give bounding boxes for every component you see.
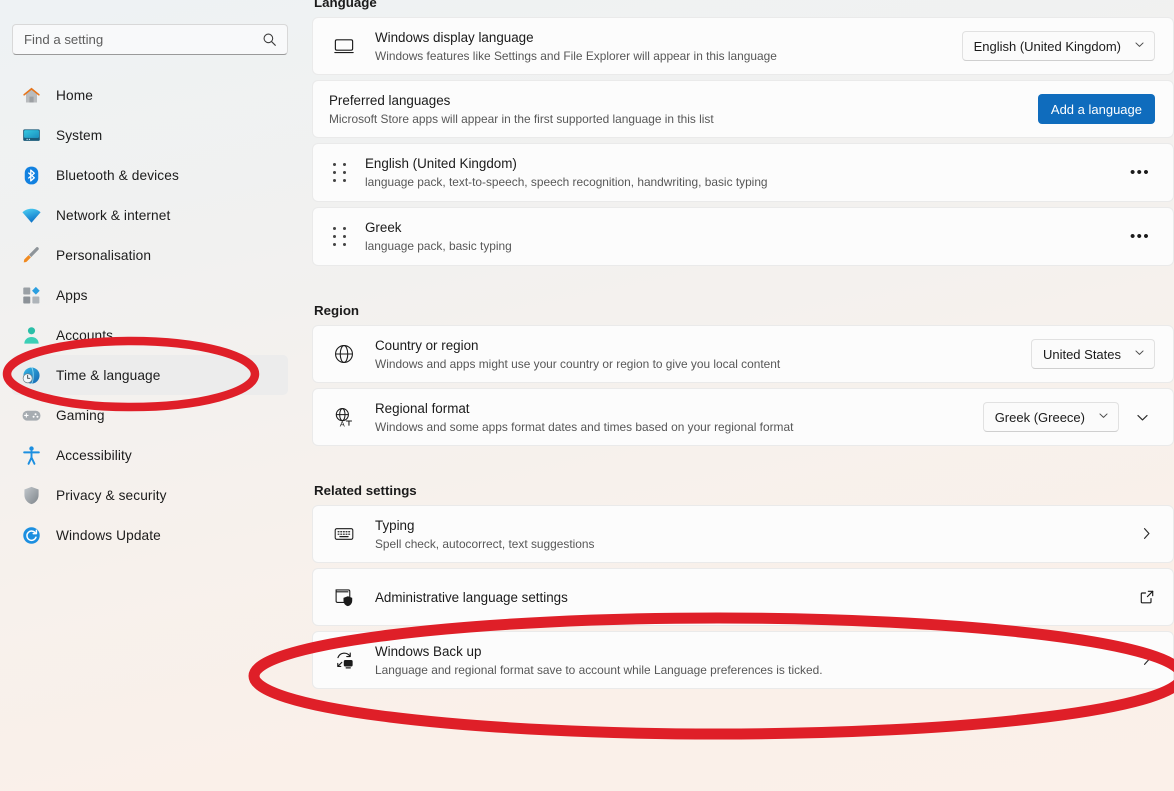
sidebar-item-label: System [56,127,103,143]
row-language-english-uk[interactable]: English (United Kingdom) language pack, … [312,143,1174,202]
sidebar-item-label: Time & language [56,367,161,383]
row-language-greek[interactable]: Greek language pack, basic typing ••• [312,207,1174,266]
chevron-down-icon [1097,409,1110,425]
sidebar-item-label: Gaming [56,407,105,423]
row-subtitle: Microsoft Store apps will appear in the … [329,111,714,126]
row-windows-back-up[interactable]: Windows Back up Language and regional fo… [312,631,1174,689]
row-title: Greek [365,220,402,235]
country-or-region-dropdown[interactable]: United States [1030,339,1155,369]
globe-icon [329,339,359,369]
row-subtitle: Windows features like Settings and File … [375,48,777,63]
drag-handle-icon[interactable] [329,227,351,246]
sidebar-item-accessibility[interactable]: Accessibility [12,435,288,475]
shield-icon [20,484,42,506]
chevron-down-icon [1133,346,1146,362]
sidebar-item-home[interactable]: Home [12,75,288,115]
home-icon [20,84,42,106]
wifi-icon [20,204,42,226]
section-heading-region: Region [314,303,360,318]
update-refresh-icon [20,524,42,546]
sidebar-item-personalisation[interactable]: Personalisation [12,235,288,275]
sidebar-item-windows-update[interactable]: Windows Update [12,515,288,555]
row-administrative-language-settings[interactable]: Administrative language settings [312,568,1174,626]
row-country-or-region[interactable]: Country or region Windows and apps might… [312,325,1174,383]
chevron-down-icon [1133,38,1146,54]
row-regional-format[interactable]: A Regional format Windows and some apps … [312,388,1174,446]
row-title: Administrative language settings [375,589,568,605]
accessibility-person-icon [20,444,42,466]
add-a-language-button[interactable]: Add a language [1037,94,1155,124]
row-subtitle: Spell check, autocorrect, text suggestio… [375,536,595,551]
sidebar-item-label: Accounts [56,327,114,343]
row-typing[interactable]: Typing Spell check, autocorrect, text su… [312,505,1174,563]
settings-content: Language Windows display language Window… [312,0,1174,791]
sidebar-item-label: Accessibility [56,447,132,463]
section-heading-language: Language [314,0,377,10]
globe-translate-icon: A [329,402,359,432]
search-input[interactable] [24,32,262,47]
row-title: Regional format [375,400,470,416]
monitor-icon [329,31,359,61]
chevron-right-icon [1139,526,1155,542]
dropdown-value: United States [1042,346,1121,362]
section-heading-related-settings: Related settings [314,483,417,498]
bluetooth-icon [20,164,42,186]
sidebar-item-time-language[interactable]: Time & language [12,355,288,395]
row-title: English (United Kingdom) [365,156,517,171]
system-monitor-icon [20,124,42,146]
admin-shield-window-icon [329,582,359,612]
sidebar-item-privacy-security[interactable]: Privacy & security [12,475,288,515]
more-options-icon[interactable]: ••• [1125,159,1155,187]
row-subtitle: Windows and apps might use your country … [375,356,781,371]
row-subtitle: language pack, basic typing [365,239,512,253]
sidebar-item-bluetooth-devices[interactable]: Bluetooth & devices [12,155,288,195]
settings-sidebar: Home System [0,0,300,791]
row-title: Typing [375,517,415,533]
paintbrush-icon [20,244,42,266]
sidebar-item-label: Apps [56,287,88,303]
external-link-icon [1139,589,1155,605]
chevron-right-icon [1139,652,1155,668]
sidebar-item-label: Network & internet [56,207,171,223]
sidebar-item-label: Windows Update [56,527,161,543]
sidebar-item-system[interactable]: System [12,115,288,155]
row-subtitle: Language and regional format save to acc… [375,662,823,677]
clock-globe-icon [20,364,42,386]
sidebar-item-network-internet[interactable]: Network & internet [12,195,288,235]
regional-format-dropdown[interactable]: Greek (Greece) [982,402,1119,432]
dropdown-value: Greek (Greece) [994,409,1085,425]
row-subtitle: language pack, text-to-speech, speech re… [365,175,768,189]
sidebar-item-apps[interactable]: Apps [12,275,288,315]
row-subtitle: Windows and some apps format dates and t… [375,419,794,434]
row-title: Windows display language [375,29,534,45]
account-person-icon [20,324,42,346]
sidebar-nav-list: Home System Bluetooth & devices Network … [12,75,288,555]
sidebar-item-label: Personalisation [56,247,152,263]
sidebar-item-accounts[interactable]: Accounts [12,315,288,355]
row-title: Preferred languages [329,92,451,108]
search-icon[interactable] [262,32,277,47]
gamepad-icon [20,404,42,426]
row-preferred-languages: Preferred languages Microsoft Store apps… [312,80,1174,138]
row-windows-display-language[interactable]: Windows display language Windows feature… [312,17,1174,75]
svg-text:A: A [340,419,345,428]
sidebar-item-gaming[interactable]: Gaming [12,395,288,435]
sidebar-item-label: Bluetooth & devices [56,167,179,183]
row-title: Windows Back up [375,643,482,659]
backup-icon [329,645,359,675]
windows-display-language-dropdown[interactable]: English (United Kingdom) [961,31,1155,61]
expand-regional-format-icon[interactable] [1129,404,1155,430]
sidebar-item-label: Home [56,87,93,103]
apps-icon [20,284,42,306]
dropdown-value: English (United Kingdom) [973,38,1121,54]
search-input-wrapper[interactable] [12,24,288,55]
more-options-icon[interactable]: ••• [1125,223,1155,251]
sidebar-item-label: Privacy & security [56,487,167,503]
keyboard-icon [329,519,359,549]
row-title: Country or region [375,337,479,353]
drag-handle-icon[interactable] [329,163,351,182]
